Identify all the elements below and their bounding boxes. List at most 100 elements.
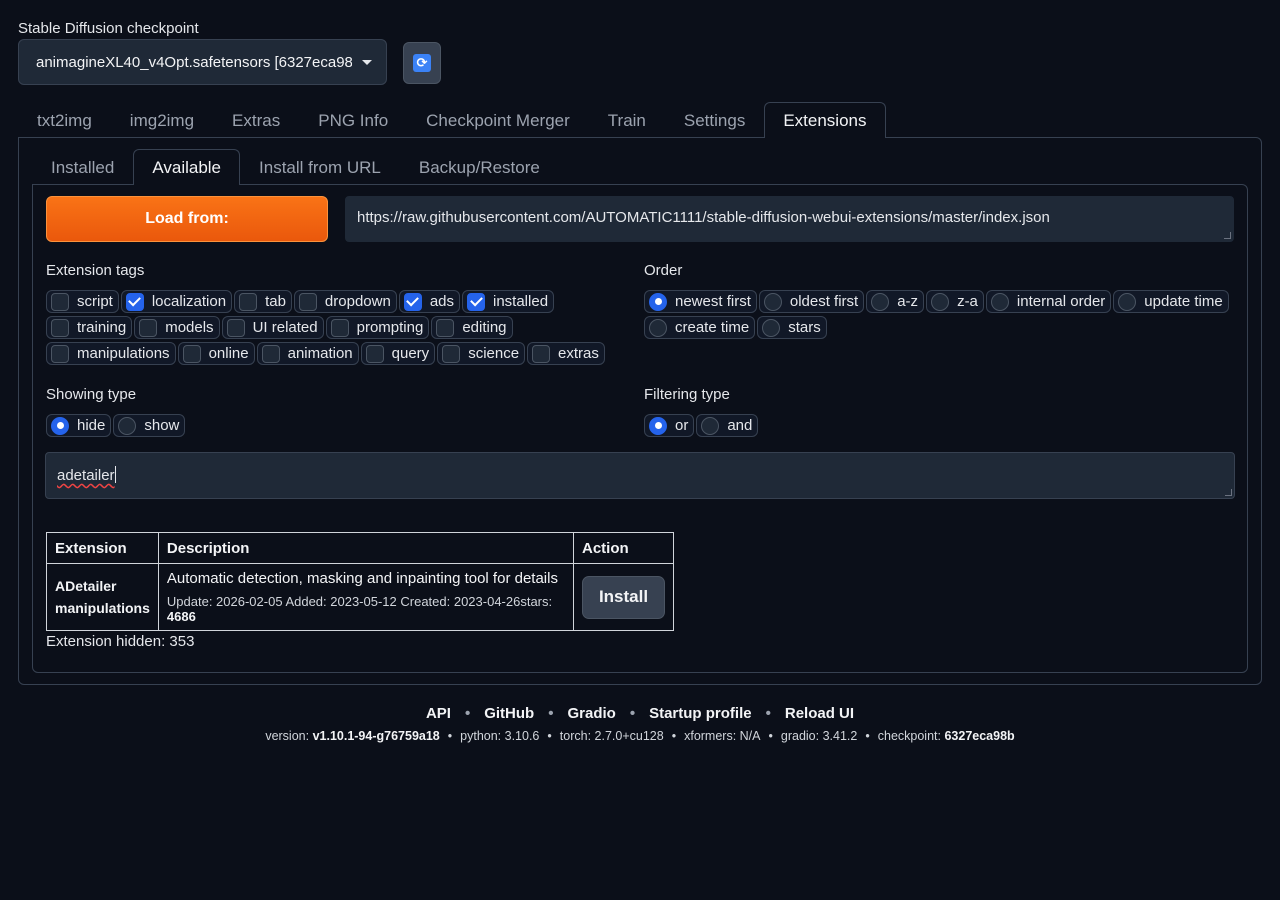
version-label: version: bbox=[265, 729, 313, 743]
tab-img2img[interactable]: img2img bbox=[111, 102, 213, 138]
filtering-radio-and[interactable]: and bbox=[696, 414, 759, 437]
resize-handle-icon[interactable] bbox=[1225, 489, 1232, 496]
order-radio-newest-first[interactable]: newest first bbox=[644, 290, 757, 313]
showing-type-group: hide show bbox=[46, 414, 446, 437]
version-value: 3.41.2 bbox=[822, 729, 858, 743]
checkbox-unchecked-icon bbox=[51, 318, 69, 337]
checkbox-unchecked-icon bbox=[226, 318, 245, 337]
extension-tags-group: script localization tab dropdown ads installe… bbox=[46, 290, 616, 365]
separator-dot: • bbox=[865, 729, 870, 743]
install-button[interactable]: Install bbox=[582, 575, 665, 619]
subtab-available[interactable]: Available bbox=[133, 149, 241, 185]
order-radio-a-z[interactable]: a-z bbox=[866, 290, 925, 313]
tab-train[interactable]: Train bbox=[589, 102, 665, 138]
tag-checkbox-editing[interactable]: editing bbox=[431, 316, 513, 339]
tag-checkbox-animation[interactable]: animation bbox=[256, 342, 359, 365]
column-header-extension: Extension bbox=[46, 532, 159, 564]
footer-links: API • GitHub • Gradio • Startup profile • Reload… bbox=[0, 705, 1280, 722]
chevron-down-icon bbox=[362, 59, 372, 65]
filtering-radio-or[interactable]: or bbox=[644, 414, 695, 437]
showing-type-label: Showing type bbox=[46, 386, 137, 403]
tag-checkbox-prompting[interactable]: prompting bbox=[325, 316, 430, 339]
tag-checkbox-manipulations[interactable]: manipulations bbox=[46, 342, 176, 365]
radio-label: internal order bbox=[1016, 293, 1106, 310]
tag-label: UI related bbox=[252, 319, 318, 336]
tag-checkbox-query[interactable]: query bbox=[360, 342, 436, 365]
order-radio-stars[interactable]: stars bbox=[757, 316, 827, 339]
tag-label: training bbox=[77, 319, 127, 336]
order-group: newest first oldest first a-z z-a internal o… bbox=[644, 290, 1234, 339]
extension-tag: manipulations bbox=[55, 600, 150, 616]
order-radio-internal-order[interactable]: internal order bbox=[985, 290, 1112, 313]
showing-radio-hide[interactable]: hide bbox=[46, 414, 112, 437]
tag-checkbox-installed[interactable]: installed bbox=[462, 290, 555, 313]
radio-unselected-icon bbox=[990, 292, 1009, 311]
tag-checkbox-online[interactable]: online bbox=[177, 342, 255, 365]
tag-label: extras bbox=[558, 345, 599, 362]
tag-label: localization bbox=[151, 293, 227, 310]
checkbox-unchecked-icon bbox=[330, 318, 349, 337]
version-item-gradio: gradio: 3.41.2 bbox=[781, 729, 857, 743]
radio-label: newest first bbox=[675, 293, 751, 310]
showing-radio-show[interactable]: show bbox=[113, 414, 186, 437]
extension-name-link[interactable]: ADetailer bbox=[55, 575, 150, 597]
tag-checkbox-training[interactable]: training bbox=[46, 316, 133, 339]
separator-dot: • bbox=[765, 705, 771, 722]
version-item-python: python: 3.10.6 bbox=[460, 729, 539, 743]
radio-unselected-icon bbox=[763, 292, 782, 311]
version-item-version: version: v1.10.1-94-g76759a18 bbox=[265, 729, 439, 743]
checkbox-unchecked-icon bbox=[139, 318, 158, 337]
tag-label: online bbox=[208, 345, 249, 362]
tab-extras[interactable]: Extras bbox=[213, 102, 299, 138]
tag-checkbox-ads[interactable]: ads bbox=[398, 290, 460, 313]
subtab-backup-restore[interactable]: Backup/Restore bbox=[400, 149, 559, 185]
tag-checkbox-ui-related[interactable]: UI related bbox=[221, 316, 324, 339]
tab-settings[interactable]: Settings bbox=[665, 102, 764, 138]
order-radio-update-time[interactable]: update time bbox=[1113, 290, 1229, 313]
tag-checkbox-dropdown[interactable]: dropdown bbox=[293, 290, 397, 313]
footer-link-startup-profile[interactable]: Startup profile bbox=[649, 705, 752, 722]
checkpoint-dropdown[interactable]: animagineXL40_v4Opt.safetensors [6327eca… bbox=[18, 39, 387, 85]
resize-handle-icon[interactable] bbox=[1224, 232, 1231, 239]
index-url-input[interactable]: https://raw.githubusercontent.com/AUTOMA… bbox=[345, 196, 1234, 242]
tag-checkbox-localization[interactable]: localization bbox=[120, 290, 233, 313]
tab-extensions[interactable]: Extensions bbox=[764, 102, 886, 138]
tag-checkbox-models[interactable]: models bbox=[134, 316, 220, 339]
tag-checkbox-science[interactable]: science bbox=[437, 342, 526, 365]
tag-label: dropdown bbox=[324, 293, 391, 310]
column-header-description: Description bbox=[157, 532, 575, 564]
version-label: gradio: bbox=[780, 729, 823, 743]
tag-checkbox-extras[interactable]: extras bbox=[527, 342, 605, 365]
refresh-icon: ⟳ bbox=[413, 54, 431, 72]
radio-selected-icon bbox=[649, 292, 667, 311]
order-radio-create-time[interactable]: create time bbox=[644, 316, 756, 339]
tag-checkbox-tab[interactable]: tab bbox=[234, 290, 292, 313]
tab-txt2img[interactable]: txt2img bbox=[18, 102, 111, 138]
separator-dot: • bbox=[447, 729, 453, 743]
checkbox-unchecked-icon bbox=[261, 344, 280, 363]
tab-checkpoint-merger[interactable]: Checkpoint Merger bbox=[407, 102, 589, 138]
footer-link-github[interactable]: GitHub bbox=[484, 705, 534, 722]
tab-png-info[interactable]: PNG Info bbox=[299, 102, 407, 138]
refresh-checkpoints-button[interactable]: ⟳ bbox=[403, 42, 441, 84]
tag-label: science bbox=[468, 345, 520, 362]
radio-unselected-icon bbox=[871, 292, 890, 311]
load-from-button[interactable]: Load from: bbox=[46, 196, 328, 242]
subtab-install-from-url[interactable]: Install from URL bbox=[240, 149, 400, 185]
footer-link-api[interactable]: API bbox=[426, 705, 451, 722]
radio-unselected-icon bbox=[649, 318, 667, 337]
radio-unselected-icon bbox=[931, 292, 950, 311]
version-label: python: bbox=[460, 729, 505, 743]
tag-checkbox-script[interactable]: script bbox=[46, 290, 119, 313]
subtab-installed[interactable]: Installed bbox=[32, 149, 133, 185]
extension-search-input[interactable]: adetailer bbox=[45, 452, 1235, 499]
order-radio-z-a[interactable]: z-a bbox=[926, 290, 984, 313]
order-radio-oldest-first[interactable]: oldest first bbox=[758, 290, 865, 313]
radio-label: oldest first bbox=[789, 293, 859, 310]
footer-link-gradio[interactable]: Gradio bbox=[567, 705, 615, 722]
version-item-xformers: xformers: N/A bbox=[684, 729, 760, 743]
footer-link-reload-ui[interactable]: Reload UI bbox=[785, 705, 854, 722]
radio-label: create time bbox=[675, 319, 750, 336]
main-tabs: txt2img img2img Extras PNG Info Checkpoint M… bbox=[18, 102, 886, 138]
tag-label: models bbox=[165, 319, 214, 336]
